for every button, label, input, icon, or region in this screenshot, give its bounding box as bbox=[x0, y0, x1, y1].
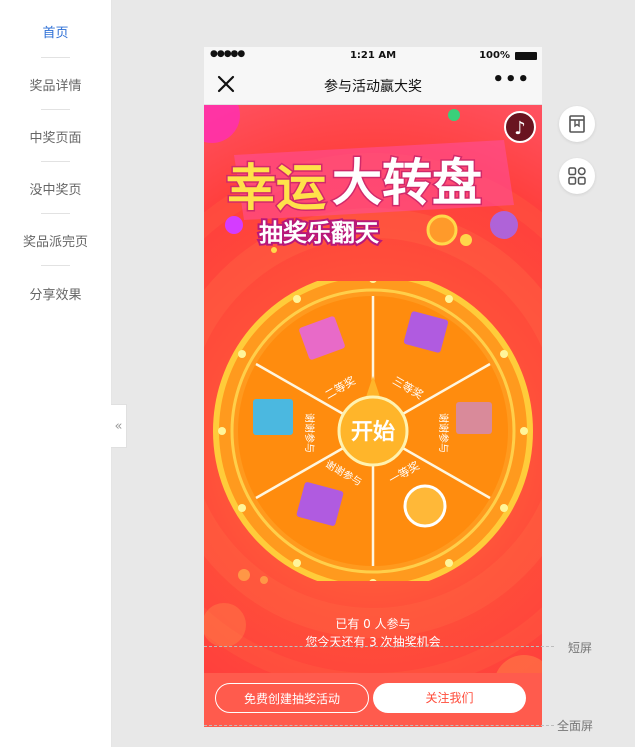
bookmark-tool-button[interactable] bbox=[559, 106, 595, 142]
phone-preview: ●●●●● 1:21 AM 100% 参与活动赢大奖 ••• ♪ 幸运 大转盘 … bbox=[204, 47, 542, 727]
banner-title-part2: 大转盘 bbox=[332, 154, 482, 212]
prize-wheel[interactable]: 二等奖 三等奖 谢谢参与 谢谢参与 谢谢参与 一等奖 开始 bbox=[204, 281, 542, 581]
battery-icon bbox=[515, 52, 537, 60]
sidebar-item-share-effect[interactable]: 分享效果 bbox=[0, 284, 111, 303]
start-button[interactable]: 开始 bbox=[351, 419, 395, 445]
sidebar-divider bbox=[41, 213, 70, 214]
page-title: 参与活动赢大奖 bbox=[324, 79, 422, 95]
grid-icon bbox=[568, 167, 586, 185]
sidebar: 首页 奖品详情 中奖页面 没中奖页 奖品派完页 分享效果 bbox=[0, 0, 112, 747]
sidebar-item-home[interactable]: 首页 bbox=[0, 22, 111, 41]
sidebar-collapse-button[interactable]: « bbox=[111, 404, 127, 448]
lottery-banner: 幸运 大转盘 抽奖乐翻天 bbox=[225, 140, 514, 249]
lottery-hero: ♪ 幸运 大转盘 抽奖乐翻天 二等奖 三等奖 谢谢参与 谢谢参与 谢谢参与 一等… bbox=[204, 105, 542, 727]
full-screen-line bbox=[204, 725, 554, 726]
phone-navbar: 参与活动赢大奖 ••• bbox=[204, 65, 542, 105]
short-screen-line bbox=[204, 646, 554, 647]
sidebar-item-win-page[interactable]: 中奖页面 bbox=[0, 127, 111, 146]
remaining-chances: 您今天还有 3 次抽奖机会 bbox=[305, 635, 441, 649]
prize-label-thanks-right: 谢谢参与 bbox=[437, 413, 450, 453]
sidebar-divider bbox=[41, 265, 70, 266]
sidebar-divider bbox=[41, 57, 70, 58]
full-screen-label: 全面屏 bbox=[557, 719, 594, 733]
sidebar-item-lose-page[interactable]: 没中奖页 bbox=[0, 179, 111, 198]
sidebar-divider bbox=[41, 161, 70, 162]
status-bar: ●●●●● 1:21 AM 100% bbox=[204, 47, 542, 65]
sidebar-item-prizes-gone-page[interactable]: 奖品派完页 bbox=[0, 231, 111, 250]
short-screen-label: 短屏 bbox=[568, 641, 593, 655]
prize-label-thanks-left: 谢谢参与 bbox=[303, 413, 316, 453]
sidebar-item-prize-details[interactable]: 奖品详情 bbox=[0, 75, 111, 94]
battery-percent: 100% bbox=[479, 50, 510, 61]
more-icon[interactable]: ••• bbox=[492, 69, 530, 90]
grid-tool-button[interactable] bbox=[559, 158, 595, 194]
bottom-action-bar: 免费创建抽奖活动 关注我们 bbox=[204, 673, 542, 727]
create-lottery-button[interactable]: 免费创建抽奖活动 bbox=[215, 683, 369, 713]
banner-subtitle: 抽奖乐翻天 bbox=[259, 219, 379, 247]
participant-count: 已有 0 人参与 bbox=[335, 617, 411, 631]
follow-us-button[interactable]: 关注我们 bbox=[373, 683, 526, 713]
banner-title-part1: 幸运 bbox=[226, 159, 326, 217]
bookmark-icon bbox=[569, 115, 585, 133]
coin-icon bbox=[426, 214, 458, 246]
sidebar-divider bbox=[41, 109, 70, 110]
